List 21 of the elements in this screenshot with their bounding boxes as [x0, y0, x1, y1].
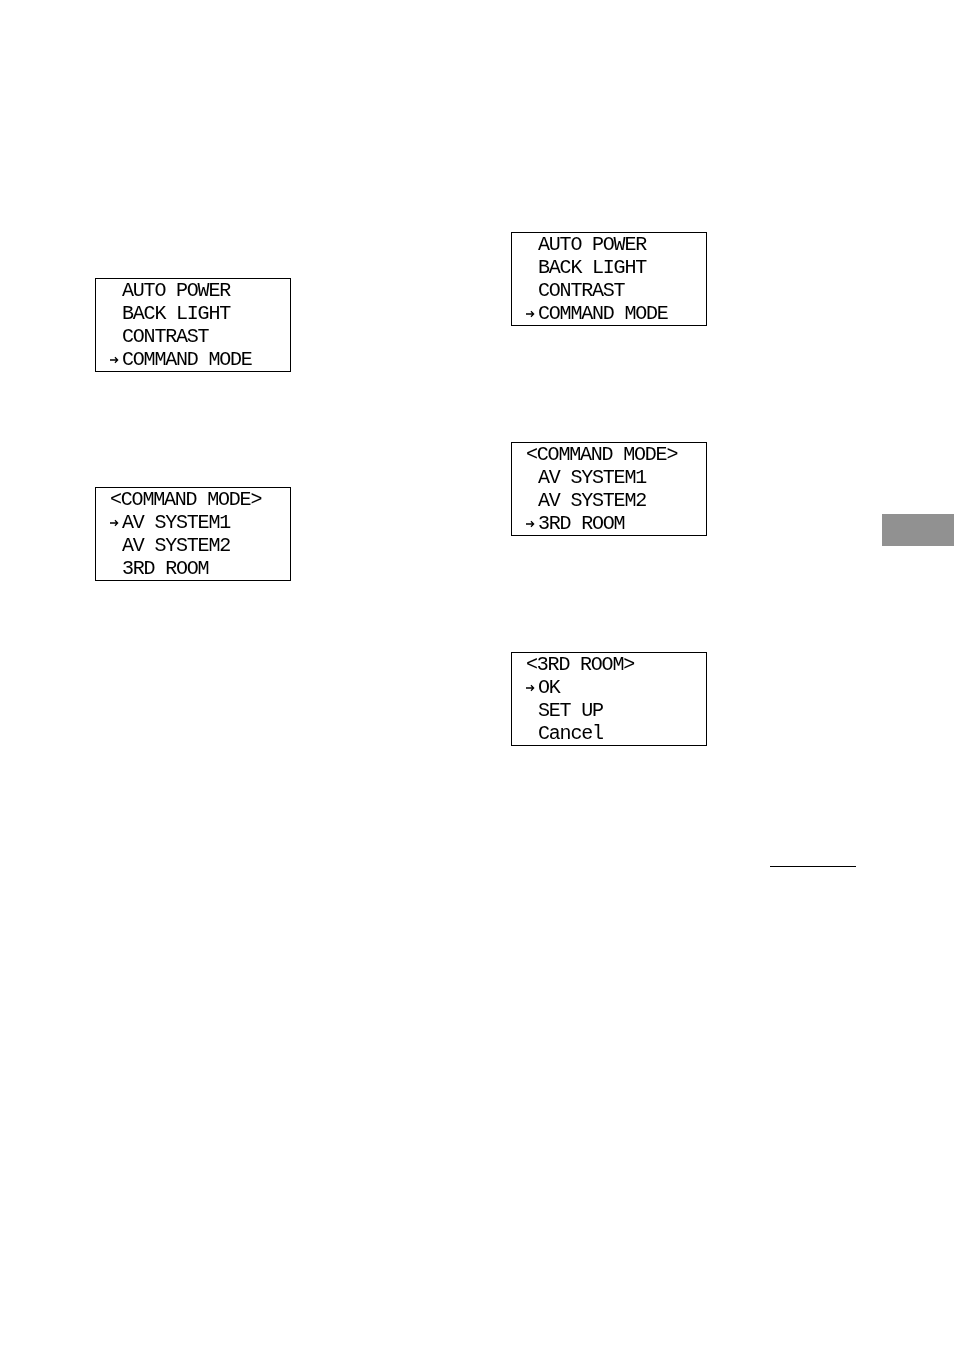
lcd-line-text: AV SYSTEM2 [122, 534, 231, 557]
lcd-line-text: CONTRAST [122, 325, 209, 348]
section-tab-marker [882, 514, 954, 546]
display-title: <COMMAND MODE> [526, 443, 678, 466]
lcd-line-text: Cancel [538, 722, 603, 745]
lcd-line-text: SET UP [538, 699, 603, 722]
lcd-line-text: COMMAND MODE [122, 348, 252, 371]
lcd-line-text: BACK LIGHT [538, 256, 647, 279]
lcd-line-text: 3RD ROOM [122, 557, 209, 580]
lcd-line-text: AUTO POWER [122, 279, 231, 302]
lcd-line-text: BACK LIGHT [122, 302, 231, 325]
display-title: <COMMAND MODE> [110, 488, 262, 511]
lcd-line-text: OK [538, 676, 560, 699]
display-title: <3RD ROOM> [526, 653, 635, 676]
lcd-line-text: AUTO POWER [538, 233, 647, 256]
lcd-line-text: AV SYSTEM1 [538, 466, 647, 489]
lcd-line-text: 3RD ROOM [538, 512, 625, 535]
lcd-line-text: CONTRAST [538, 279, 625, 302]
lcd-line-text: COMMAND MODE [538, 302, 668, 325]
lcd-line-text: AV SYSTEM1 [122, 511, 231, 534]
lcd-line-text: AV SYSTEM2 [538, 489, 647, 512]
